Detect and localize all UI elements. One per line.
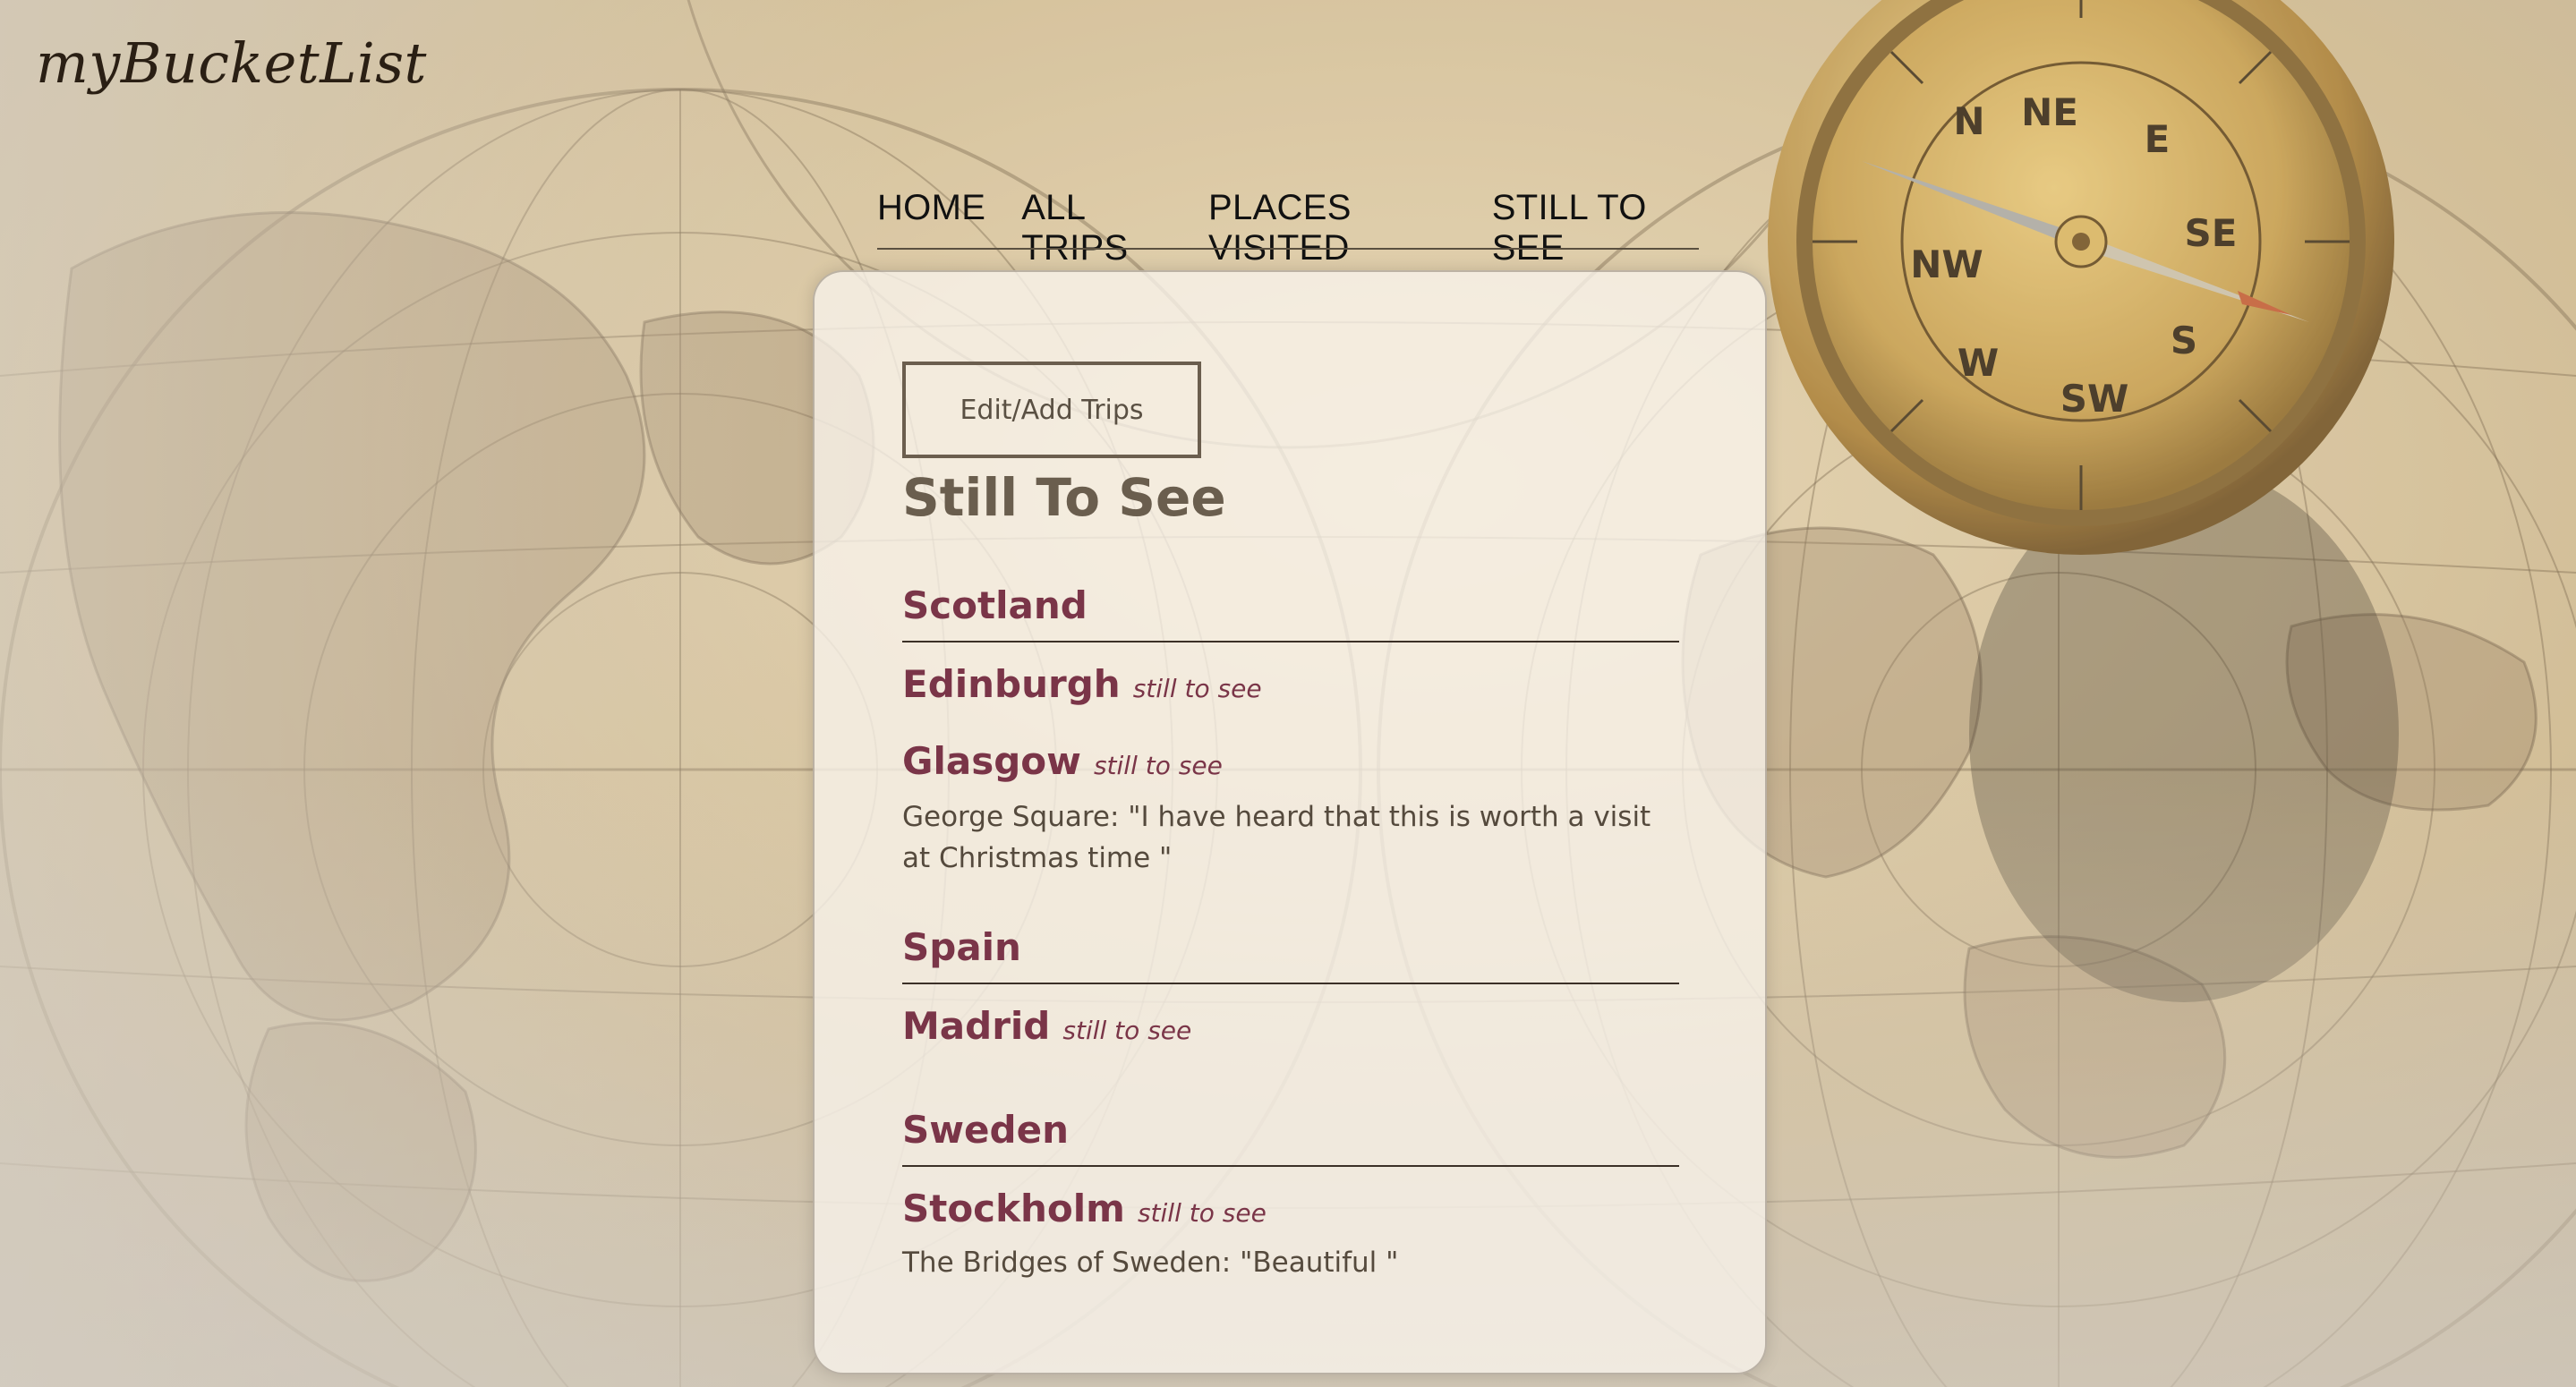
city-note-glasgow: George Square: "I have heard that this i… [902,801,1651,874]
city-status: still to see [1093,751,1223,780]
country-divider [902,983,1679,984]
city-entry-stockholm[interactable]: Stockholm still to see [902,1187,1267,1230]
city-name: Edinburgh [902,662,1121,706]
country-heading-sweden: Sweden [902,1108,1069,1152]
city-status: still to see [1062,1016,1192,1045]
main-nav: HOME ALL TRIPS PLACES VISITED STILL TO S… [859,177,1710,279]
city-name: Madrid [902,1004,1051,1048]
country-divider [902,1165,1679,1167]
nav-divider [877,248,1699,250]
nav-home[interactable]: HOME [859,177,1003,279]
page-title: Still To See [902,467,1226,528]
country-heading-scotland: Scotland [902,583,1088,627]
city-entry-glasgow[interactable]: Glasgow still to see [902,739,1223,783]
city-entry-edinburgh[interactable]: Edinburgh still to see [902,662,1262,706]
city-note-stockholm: The Bridges of Sweden: "Beautiful " [902,1247,1399,1279]
city-name: Stockholm [902,1187,1125,1230]
nav-all-trips[interactable]: ALL TRIPS [1003,177,1190,279]
city-entry-madrid[interactable]: Madrid still to see [902,1004,1191,1048]
city-status: still to see [1132,674,1262,703]
city-status: still to see [1137,1198,1267,1228]
edit-add-trips-button[interactable]: Edit/Add Trips [902,362,1201,458]
country-heading-spain: Spain [902,925,1021,969]
nav-places-visited[interactable]: PLACES VISITED [1190,177,1474,279]
brand-logo[interactable]: myBucketList [36,30,427,96]
city-name: Glasgow [902,739,1081,783]
country-divider [902,641,1679,642]
nav-still-to-see[interactable]: STILL TO SEE [1474,177,1710,279]
trips-panel: Edit/Add Trips Still To See Scotland Edi… [813,270,1767,1374]
